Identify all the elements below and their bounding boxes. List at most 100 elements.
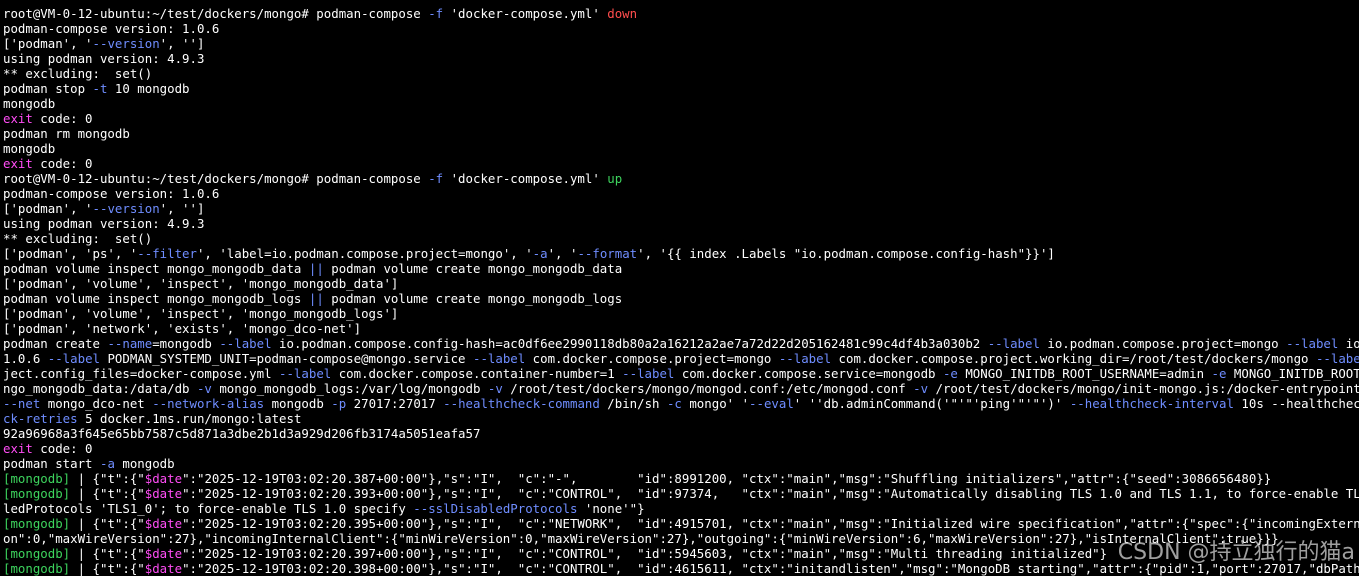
terminal-text: ||: [308, 291, 324, 306]
terminal-text: ['podman', ': [3, 201, 93, 216]
terminal-text: --version: [92, 36, 160, 51]
terminal-text: $date: [144, 546, 183, 561]
terminal-text: 27017:27017: [346, 396, 444, 411]
terminal-line: podman-compose version: 1.0.6: [3, 186, 1359, 201]
terminal-line: [mongodb] | {"t":{"$date":"2025-12-19T03…: [3, 546, 1359, 561]
terminal-line: root@VM-0-12-ubuntu:~/test/dockers/mongo…: [3, 171, 1359, 186]
terminal-output[interactable]: root@VM-0-12-ubuntu:~/test/dockers/mongo…: [3, 6, 1359, 576]
terminal-text: --label: [219, 336, 272, 351]
terminal-text: MONGO_INITDB_ROOT_USERNAME=admin: [957, 366, 1212, 381]
terminal-text: podman start: [3, 456, 100, 471]
terminal-text: --filter: [137, 246, 197, 261]
terminal-text: ":"2025-12-19T03:02:20.397+00:00"},"s":"…: [182, 546, 1108, 561]
terminal-text: =mongodb: [152, 336, 220, 351]
terminal-line: podman rm mongodb: [3, 126, 1359, 141]
terminal-text: using podman version: 4.9.3: [3, 51, 205, 66]
terminal-text: -a: [532, 246, 548, 261]
terminal-text: podman stop: [3, 81, 93, 96]
terminal-text: | {"t":{": [70, 516, 145, 531]
terminal-text: --label: [279, 366, 332, 381]
terminal-text: on":0,"maxWireVersion":27},"incomingInte…: [3, 531, 1279, 546]
terminal-text: --label: [778, 351, 832, 366]
terminal-text: $date: [144, 486, 183, 501]
terminal-text: -p: [331, 396, 347, 411]
terminal-text: podman-compose version: 1.0.6: [3, 186, 220, 201]
terminal-text: ', '{{ index .Labels "io.podman.compose.…: [637, 246, 1055, 261]
terminal-text: code: 0: [32, 111, 93, 126]
terminal-text: using podman version: 4.9.3: [3, 216, 205, 231]
terminal-line: ['podman', 'volume', 'inspect', 'mongo_m…: [3, 276, 1359, 291]
terminal-text: com.docker.compose.container-number=1: [331, 366, 623, 381]
terminal-text: mongodb: [3, 141, 56, 156]
terminal-text: mongodb: [264, 396, 332, 411]
terminal-text: -e: [1211, 366, 1227, 381]
terminal-line: --net mongo_dco-net --network-alias mong…: [3, 396, 1359, 411]
terminal-line: ['podman', 'ps', '--filter', 'label=io.p…: [3, 246, 1359, 261]
terminal-text: --network-alias: [152, 396, 265, 411]
terminal-line: podman volume inspect mongo_mongodb_data…: [3, 261, 1359, 276]
terminal-text: --healthcheck-command: [443, 396, 600, 411]
terminal-text: --label: [1286, 336, 1339, 351]
terminal-text: mongo_dco-net: [40, 396, 153, 411]
terminal-text: ngo_mongodb_data:/data/db: [3, 381, 197, 396]
terminal-text: root@VM-0-12-ubuntu:~/test/dockers/mongo…: [3, 6, 429, 21]
terminal-text: -v: [487, 381, 503, 396]
terminal-text: --format: [577, 246, 638, 261]
terminal-text: io.podman.compose.project=mongo: [1039, 336, 1287, 351]
terminal-text: io.podman.compose.version=: [1345, 336, 1359, 351]
terminal-text: up: [607, 171, 623, 186]
terminal-line: ck-retries 5 docker.1ms.run/mongo:latest: [3, 411, 1359, 426]
terminal-text: mongodb: [3, 96, 56, 111]
terminal-text: [mongodb]: [3, 516, 71, 531]
terminal-text: -v: [196, 381, 212, 396]
terminal-line: ** excluding: set(): [3, 231, 1359, 246]
terminal-text: [mongodb]: [3, 486, 71, 501]
terminal-text: 'none'"}: [577, 501, 645, 516]
terminal-text: [mongodb]: [3, 546, 71, 561]
terminal-text: --name: [107, 336, 153, 351]
terminal-text: --net: [3, 396, 41, 411]
terminal-text: --label: [1315, 351, 1359, 366]
terminal-text: -c: [666, 396, 682, 411]
terminal-line: ngo_mongodb_data:/data/db -v mongo_mongo…: [3, 381, 1359, 396]
terminal-text: com.docker.compose.project=mongo: [525, 351, 779, 366]
terminal-text: ** excluding: set(): [3, 231, 153, 246]
terminal-text: [mongodb]: [3, 471, 71, 486]
terminal-line: podman create --name=mongodb --label io.…: [3, 336, 1359, 351]
terminal-text: -v: [913, 381, 929, 396]
terminal-text: --label: [472, 351, 526, 366]
terminal-line: root@VM-0-12-ubuntu:~/test/dockers/mongo…: [3, 6, 1359, 21]
terminal-text: podman volume inspect mongo_mongodb_data: [3, 261, 309, 276]
terminal-text: ledProtocols 'TLS1_0'; to force-enable T…: [3, 501, 414, 516]
terminal-text: ' ''db.adminCommand('"'"'ping'"'"')': [793, 396, 1070, 411]
terminal-text: -a: [99, 456, 115, 471]
terminal-text: 1.0.6: [3, 351, 48, 366]
terminal-text: exit: [3, 156, 33, 171]
terminal-text: podman volume create mongo_mongodb_logs: [323, 291, 623, 306]
terminal-text: 5 docker.1ms.run/mongo:latest: [77, 411, 302, 426]
terminal-text: --eval: [749, 396, 794, 411]
terminal-text: --sslDisabledProtocols: [413, 501, 578, 516]
terminal-text: --label: [47, 351, 100, 366]
terminal-text: ck-retries: [3, 411, 78, 426]
terminal-line: ject.config_files=docker-compose.yml --l…: [3, 366, 1359, 381]
terminal-line: using podman version: 4.9.3: [3, 216, 1359, 231]
terminal-text: -f: [428, 171, 444, 186]
terminal-text: | {"t":{": [70, 471, 145, 486]
terminal-text: -e: [942, 366, 958, 381]
terminal-line: mongodb: [3, 141, 1359, 156]
terminal-text: ['podman', 'ps', ': [3, 246, 138, 261]
terminal-text: com.docker.compose.service=mongodb: [674, 366, 943, 381]
terminal-text: mongo_mongodb_logs:/var/log/mongodb: [211, 381, 488, 396]
terminal-text: MONGO_INITDB_ROOT_PASSWORD: [1233, 366, 1359, 381]
terminal-line: podman stop -t 10 mongodb: [3, 81, 1359, 96]
terminal-text: --healthcheck-interval: [1069, 396, 1234, 411]
terminal-line: ** excluding: set(): [3, 66, 1359, 81]
terminal-line: podman-compose version: 1.0.6: [3, 21, 1359, 36]
terminal-text: podman volume inspect mongo_mongodb_logs: [3, 291, 309, 306]
terminal-line: ['podman', 'network', 'exists', 'mongo_d…: [3, 321, 1359, 336]
terminal-text: ** excluding: set(): [3, 66, 153, 81]
terminal-line: 92a96968a3f645e65bb7587c5d871a3dbe2b1d3a…: [3, 426, 1359, 441]
terminal-text: podman rm mongodb: [3, 126, 130, 141]
terminal-line: ['podman', '--version', '']: [3, 201, 1359, 216]
